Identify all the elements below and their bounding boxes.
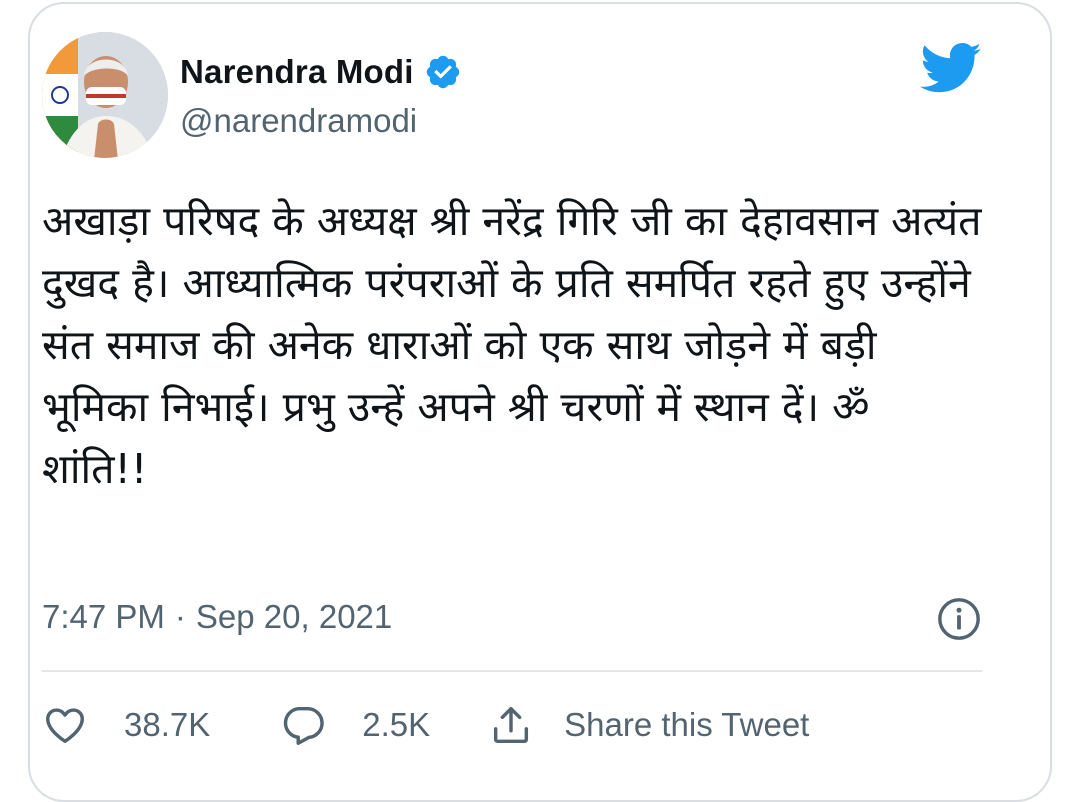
twitter-bird-icon[interactable] xyxy=(920,42,982,94)
share-icon xyxy=(494,706,529,744)
meta-separator: · xyxy=(174,598,186,635)
author-name[interactable]: Narendra Modi xyxy=(180,53,414,91)
tweet-time: 7:47 PM xyxy=(42,598,165,635)
tweet-text: अखाड़ा परिषद के अध्यक्ष श्री नरेंद्र गिर… xyxy=(42,197,982,493)
divider xyxy=(42,670,982,672)
share-button[interactable]: Share this Tweet xyxy=(488,702,809,748)
speech-bubble-icon xyxy=(284,706,324,745)
like-button[interactable]: 38.7K xyxy=(42,702,210,748)
reply-count: 2.5K xyxy=(362,706,431,743)
tweet-header: Narendra Modi @narendramodi xyxy=(42,32,982,162)
info-icon[interactable] xyxy=(936,596,982,642)
tweet-date: Sep 20, 2021 xyxy=(195,598,393,635)
avatar[interactable] xyxy=(42,32,168,158)
tweet-meta: 7:47 PM · Sep 20, 2021 xyxy=(42,596,982,642)
author-name-row: Narendra Modi xyxy=(180,50,462,94)
like-count: 38.7K xyxy=(124,706,211,743)
author-block: Narendra Modi @narendramodi xyxy=(180,50,462,140)
action-bar: 38.7K 2.5K Share this Tweet xyxy=(42,700,982,750)
share-label: Share this Tweet xyxy=(564,706,810,743)
heart-icon xyxy=(46,708,84,744)
reply-button[interactable]: 2.5K xyxy=(280,702,430,748)
verified-badge-icon xyxy=(426,55,459,89)
timestamp[interactable]: 7:47 PM · Sep 20, 2021 xyxy=(42,598,392,636)
author-handle[interactable]: @narendramodi xyxy=(180,102,462,140)
